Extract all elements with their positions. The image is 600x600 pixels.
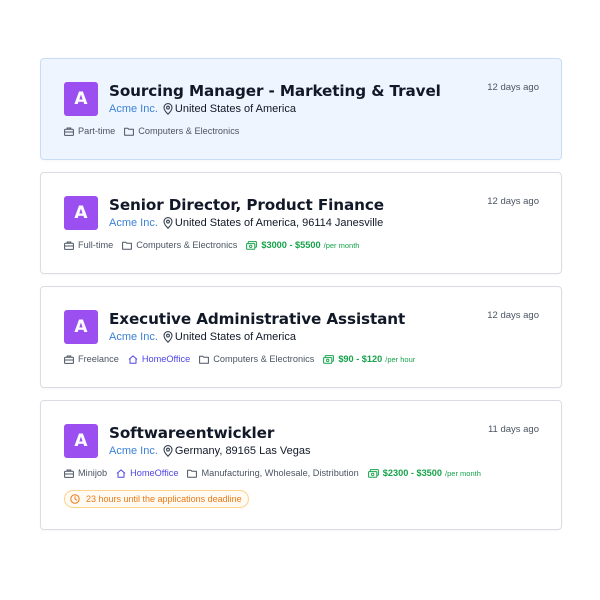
employment-type-label: Freelance [78,354,119,364]
company-link[interactable]: Acme Inc. [109,445,158,457]
folder-icon [122,241,133,250]
job-location: Germany, 89165 Las Vegas [174,445,311,457]
employment-type-label: Minijob [78,468,108,478]
job-subline: Acme Inc. United States of America [109,102,296,116]
salary-period: /per month [323,240,360,250]
work-mode-label: HomeOffice [141,354,191,364]
employment-type-label: Full-time [78,240,114,250]
category-label: Manufacturing, Wholesale, Distribution [201,468,359,478]
clock-icon [70,494,80,504]
work-mode-tag: HomeOffice [128,354,190,364]
employment-type-label: Part-time [78,126,116,136]
map-pin-icon [163,331,173,343]
company-link[interactable]: Acme Inc. [109,331,158,343]
map-pin-icon [163,445,173,457]
job-card[interactable]: A Sourcing Manager - Marketing & Travel … [40,58,562,160]
job-location: United States of America [174,103,296,115]
work-mode-tag: HomeOffice [116,468,178,478]
posted-date: 12 days ago [487,82,539,93]
deadline-text: 23 hours until the applications deadline [86,494,242,504]
job-subline: Acme Inc. United States of America [109,330,296,344]
category-label: Computers & Electronics [136,240,238,250]
job-location: United States of America [174,331,296,343]
job-title[interactable]: Softwareentwickler [109,424,274,442]
company-logo: A [64,82,98,116]
company-logo: A [64,424,98,458]
company-logo: A [64,196,98,230]
salary-tag: $3000 - $5500 /per month [246,240,359,250]
banknote-icon [367,468,379,478]
briefcase-icon [64,469,74,478]
map-pin-icon [163,103,173,115]
posted-date: 12 days ago [487,196,539,207]
job-card[interactable]: A Softwareentwickler 11 days ago Acme In… [40,400,562,530]
company-link[interactable]: Acme Inc. [109,103,158,115]
map-pin-icon [163,217,173,229]
salary-tag: $2300 - $3500 /per month [367,468,481,478]
employment-type-tag: Full-time [64,240,113,250]
category-tag: Computers & Electronics [122,240,237,250]
job-tags: Full-time Computers & Electronics $3000 … [64,238,368,252]
job-title[interactable]: Senior Director, Product Finance [109,196,384,214]
salary-period: /per hour [385,354,416,364]
company-logo: A [64,310,98,344]
folder-icon [124,127,135,136]
category-tag: Computers & Electronics [199,354,314,364]
job-tags: Minijob HomeOffice Manufacturing, Wholes… [64,466,490,480]
salary-range: $90 - $120 [338,354,383,364]
job-card[interactable]: A Senior Director, Product Finance 12 da… [40,172,562,274]
salary-range: $2300 - $3500 [382,468,443,478]
job-subline: Acme Inc. United States of America, 9611… [109,216,383,230]
home-icon [116,468,126,478]
salary-period: /per month [445,468,481,478]
salary-tag: $90 - $120 /per hour [323,354,415,364]
deadline-badge: 23 hours until the applications deadline [64,490,249,508]
posted-date: 12 days ago [487,310,539,321]
employment-type-tag: Part-time [64,126,115,136]
company-link[interactable]: Acme Inc. [109,217,158,229]
job-location: United States of America, 96114 Janesvil… [174,217,384,229]
banknote-icon [246,240,258,250]
salary-range: $3000 - $5500 [261,240,321,250]
job-title[interactable]: Executive Administrative Assistant [109,310,405,328]
category-tag: Manufacturing, Wholesale, Distribution [187,468,359,478]
briefcase-icon [64,241,74,250]
job-subline: Acme Inc. Germany, 89165 Las Vegas [109,444,310,458]
category-label: Computers & Electronics [213,354,315,364]
job-tags: Part-time Computers & Electronics [64,124,248,138]
posted-date: 11 days ago [487,424,539,435]
work-mode-label: HomeOffice [130,468,179,478]
category-tag: Computers & Electronics [124,126,239,136]
category-label: Computers & Electronics [138,126,240,136]
briefcase-icon [64,355,74,364]
employment-type-tag: Minijob [64,468,107,478]
folder-icon [199,355,210,364]
job-tags: Freelance HomeOffice Computers & Electro… [64,352,424,366]
employment-type-tag: Freelance [64,354,119,364]
banknote-icon [323,354,335,364]
job-card[interactable]: A Executive Administrative Assistant 12 … [40,286,562,388]
job-title[interactable]: Sourcing Manager - Marketing & Travel [109,82,441,100]
folder-icon [187,469,198,478]
home-icon [128,354,138,364]
briefcase-icon [64,127,74,136]
